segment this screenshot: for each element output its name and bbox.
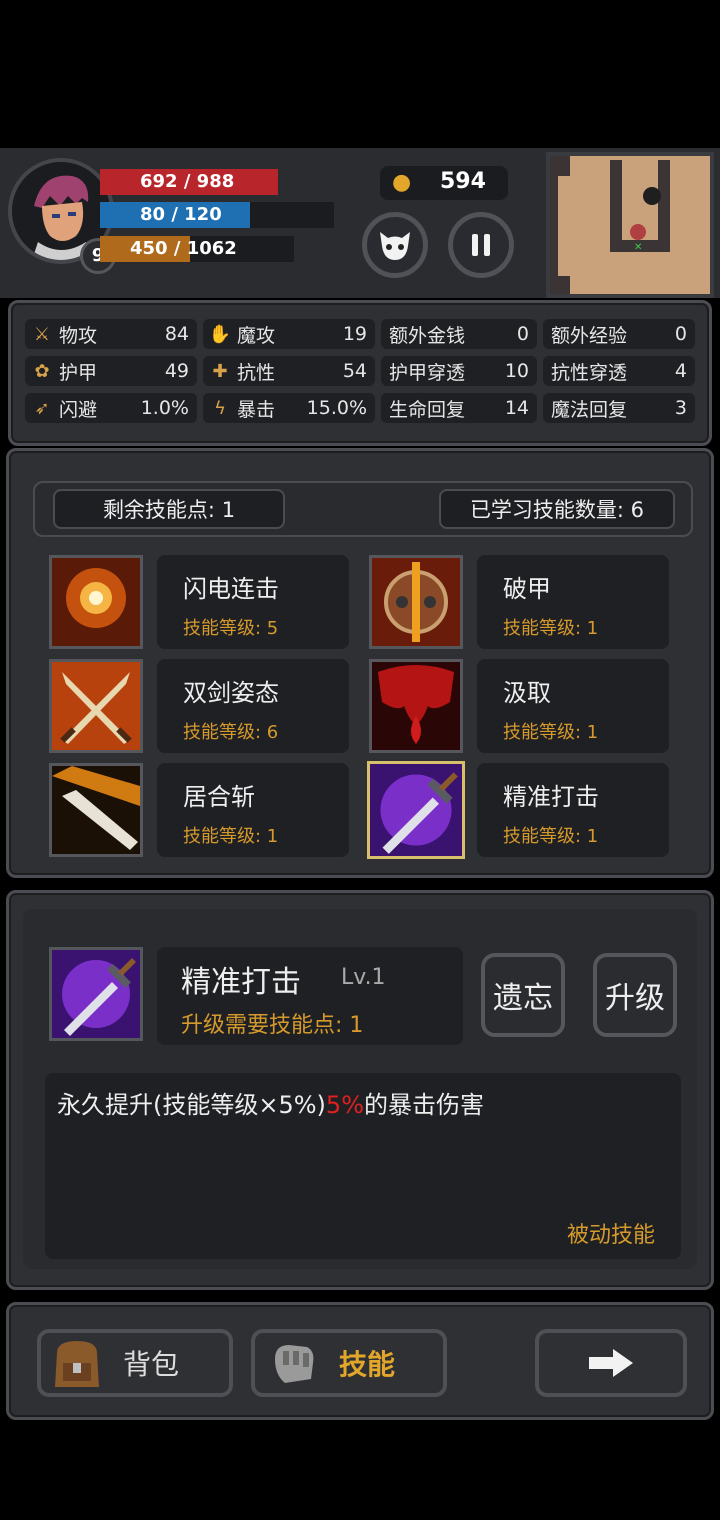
- skill-tile-iai-slash[interactable]: 居合斩 技能等级: 1: [157, 763, 349, 857]
- lightning-icon: ϟ: [214, 397, 226, 419]
- stat-resistance: ✚ 抗性 54: [203, 356, 375, 386]
- backpack-icon: [55, 1341, 99, 1387]
- stat-hp-regen: 生命回复 14: [381, 393, 537, 423]
- skill-level: 技能等级: 1: [503, 618, 599, 639]
- upgrade-requirement: 升级需要技能点: 1: [181, 1013, 364, 1038]
- skill-level: 技能等级: 6: [183, 722, 279, 743]
- hp-text: 692 / 988: [140, 171, 235, 192]
- stat-armor-penetration: 护甲穿透 10: [381, 356, 537, 386]
- skill-icon-precise-strike-selected[interactable]: [367, 761, 465, 859]
- skills-tab-button[interactable]: 技能: [251, 1329, 447, 1397]
- xp-total: / 1062: [173, 238, 237, 259]
- xp-current: 450: [130, 238, 168, 259]
- skill-level: 技能等级: 1: [503, 722, 599, 743]
- skill-tile-drain[interactable]: 汲取 技能等级: 1: [477, 659, 669, 753]
- stats-panel: ⚔ 物攻 84 ✋ 魔攻 19 额外金钱 0 额外经验 0 ✿ 护甲 49 ✚ 抗性 54 护甲穿透…: [8, 300, 712, 446]
- skill-tile-dual-sword[interactable]: 双剑姿态 技能等级: 6: [157, 659, 349, 753]
- skill-level: 技能等级: 1: [183, 826, 279, 847]
- skill-name: 闪电连击: [183, 575, 279, 603]
- purple-sword-icon: [370, 764, 462, 856]
- muscle-icon: ✚: [212, 360, 228, 382]
- bag-button[interactable]: 背包: [37, 1329, 233, 1397]
- pet-face-icon: [380, 232, 410, 260]
- skill-tile-lightning-combo[interactable]: 闪电连击 技能等级: 5: [157, 555, 349, 649]
- minimap-layout: ✕: [550, 156, 670, 294]
- stat-physical-attack: ⚔ 物攻 84: [25, 319, 197, 349]
- bag-label: 背包: [123, 1348, 180, 1381]
- upgrade-button[interactable]: 升级: [593, 953, 677, 1037]
- skill-tile-armor-break[interactable]: 破甲 技能等级: 1: [477, 555, 669, 649]
- skill-type-label: 被动技能: [566, 1223, 655, 1248]
- stats-grid: ⚔ 物攻 84 ✋ 魔攻 19 额外金钱 0 额外经验 0 ✿ 护甲 49 ✚ 抗性 54 护甲穿透…: [25, 319, 701, 423]
- mp-text: 80 / 120: [140, 204, 222, 225]
- gauntlet-fist-icon: [275, 1345, 314, 1383]
- skill-icon-armor-break[interactable]: [369, 555, 463, 649]
- purple-sword-icon: [52, 950, 140, 1038]
- gold-counter: ● 594: [380, 166, 508, 200]
- broken-shield-icon: [372, 558, 460, 646]
- stat-dodge: ➶ 闪避 1.0%: [25, 393, 197, 423]
- stat-armor: ✿ 护甲 49: [25, 356, 197, 386]
- skill-tile-precise-strike[interactable]: 精准打击 技能等级: 1: [477, 763, 669, 857]
- blade-slash-icon: [52, 766, 140, 854]
- stat-mp-regen: 魔法回复 3: [543, 393, 695, 423]
- skill-name: 双剑姿态: [183, 679, 279, 707]
- skill-name: 破甲: [503, 575, 551, 603]
- skill-level: 技能等级: 5: [183, 618, 279, 639]
- pause-button[interactable]: [448, 212, 514, 278]
- skill-description-box: 永久提升(技能等级×5%)5%的暴击伤害 被动技能: [45, 1073, 681, 1259]
- blood-drain-icon: [372, 662, 460, 750]
- stat-extra-exp: 额外经验 0: [543, 319, 695, 349]
- skill-name: 精准打击: [503, 783, 599, 811]
- running-man-icon: ➶: [34, 397, 50, 419]
- skill-level: 技能等级: 1: [503, 826, 599, 847]
- skill-icon-lightning-combo[interactable]: [49, 555, 143, 649]
- stat-magic-attack: ✋ 魔攻 19: [203, 319, 375, 349]
- stat-crit: ϟ 暴击 15.0%: [203, 393, 375, 423]
- skill-icon-iai-slash[interactable]: [49, 763, 143, 857]
- skill-detail-panel: 精准打击 Lv.1 升级需要技能点: 1 遗忘 升级 永久提升(技能等级×5%)…: [6, 890, 714, 1290]
- arrow-right-icon: [589, 1349, 633, 1377]
- gold-amount: 594: [440, 169, 486, 194]
- skill-name: 居合斩: [183, 783, 255, 811]
- mp-bar: 80 / 120: [100, 202, 250, 228]
- skills-label: 技能: [339, 1348, 396, 1381]
- remaining-skill-points: 剩余技能点: 1: [53, 489, 285, 529]
- sword-icon: ⚔: [33, 323, 51, 345]
- hp-bar: 692 / 988: [100, 169, 278, 195]
- detail-skill-lv: Lv.1: [341, 965, 386, 990]
- magic-hand-icon: ✋: [208, 323, 232, 345]
- desc-highlight: 5%: [325, 1091, 364, 1119]
- pet-button[interactable]: [362, 212, 428, 278]
- skill-icon-dual-sword[interactable]: [49, 659, 143, 753]
- stat-extra-gold: 额外金钱 0: [381, 319, 537, 349]
- stat-resist-penetration: 抗性穿透 4: [543, 356, 695, 386]
- detail-skill-name: 精准打击: [181, 965, 301, 1000]
- detail-skill-icon: [49, 947, 143, 1041]
- svg-text:✕: ✕: [634, 242, 642, 253]
- minimap[interactable]: ✕: [546, 152, 714, 298]
- learned-skill-count: 已学习技能数量: 6: [439, 489, 675, 529]
- pause-icon: [472, 234, 490, 256]
- skill-description: 永久提升(技能等级×5%)5%的暴击伤害: [57, 1091, 484, 1119]
- crossed-swords-icon: [52, 662, 140, 750]
- gold-coin-icon: ●: [392, 170, 412, 195]
- skills-panel: 剩余技能点: 1 已学习技能数量: 6 闪电连击 技能等级: 5 破甲 技能等级…: [6, 448, 714, 878]
- lightning-burst-icon: [52, 558, 140, 646]
- skill-name: 汲取: [503, 679, 551, 707]
- bottom-nav: 背包 技能: [6, 1302, 714, 1420]
- forget-button[interactable]: 遗忘: [481, 953, 565, 1037]
- detail-info-box: 精准打击 Lv.1 升级需要技能点: 1: [157, 947, 463, 1045]
- xp-text: 450 / 1062: [130, 236, 237, 262]
- skill-icon-drain[interactable]: [369, 659, 463, 753]
- paw-shield-icon: ✿: [34, 360, 50, 382]
- next-button[interactable]: [535, 1329, 687, 1397]
